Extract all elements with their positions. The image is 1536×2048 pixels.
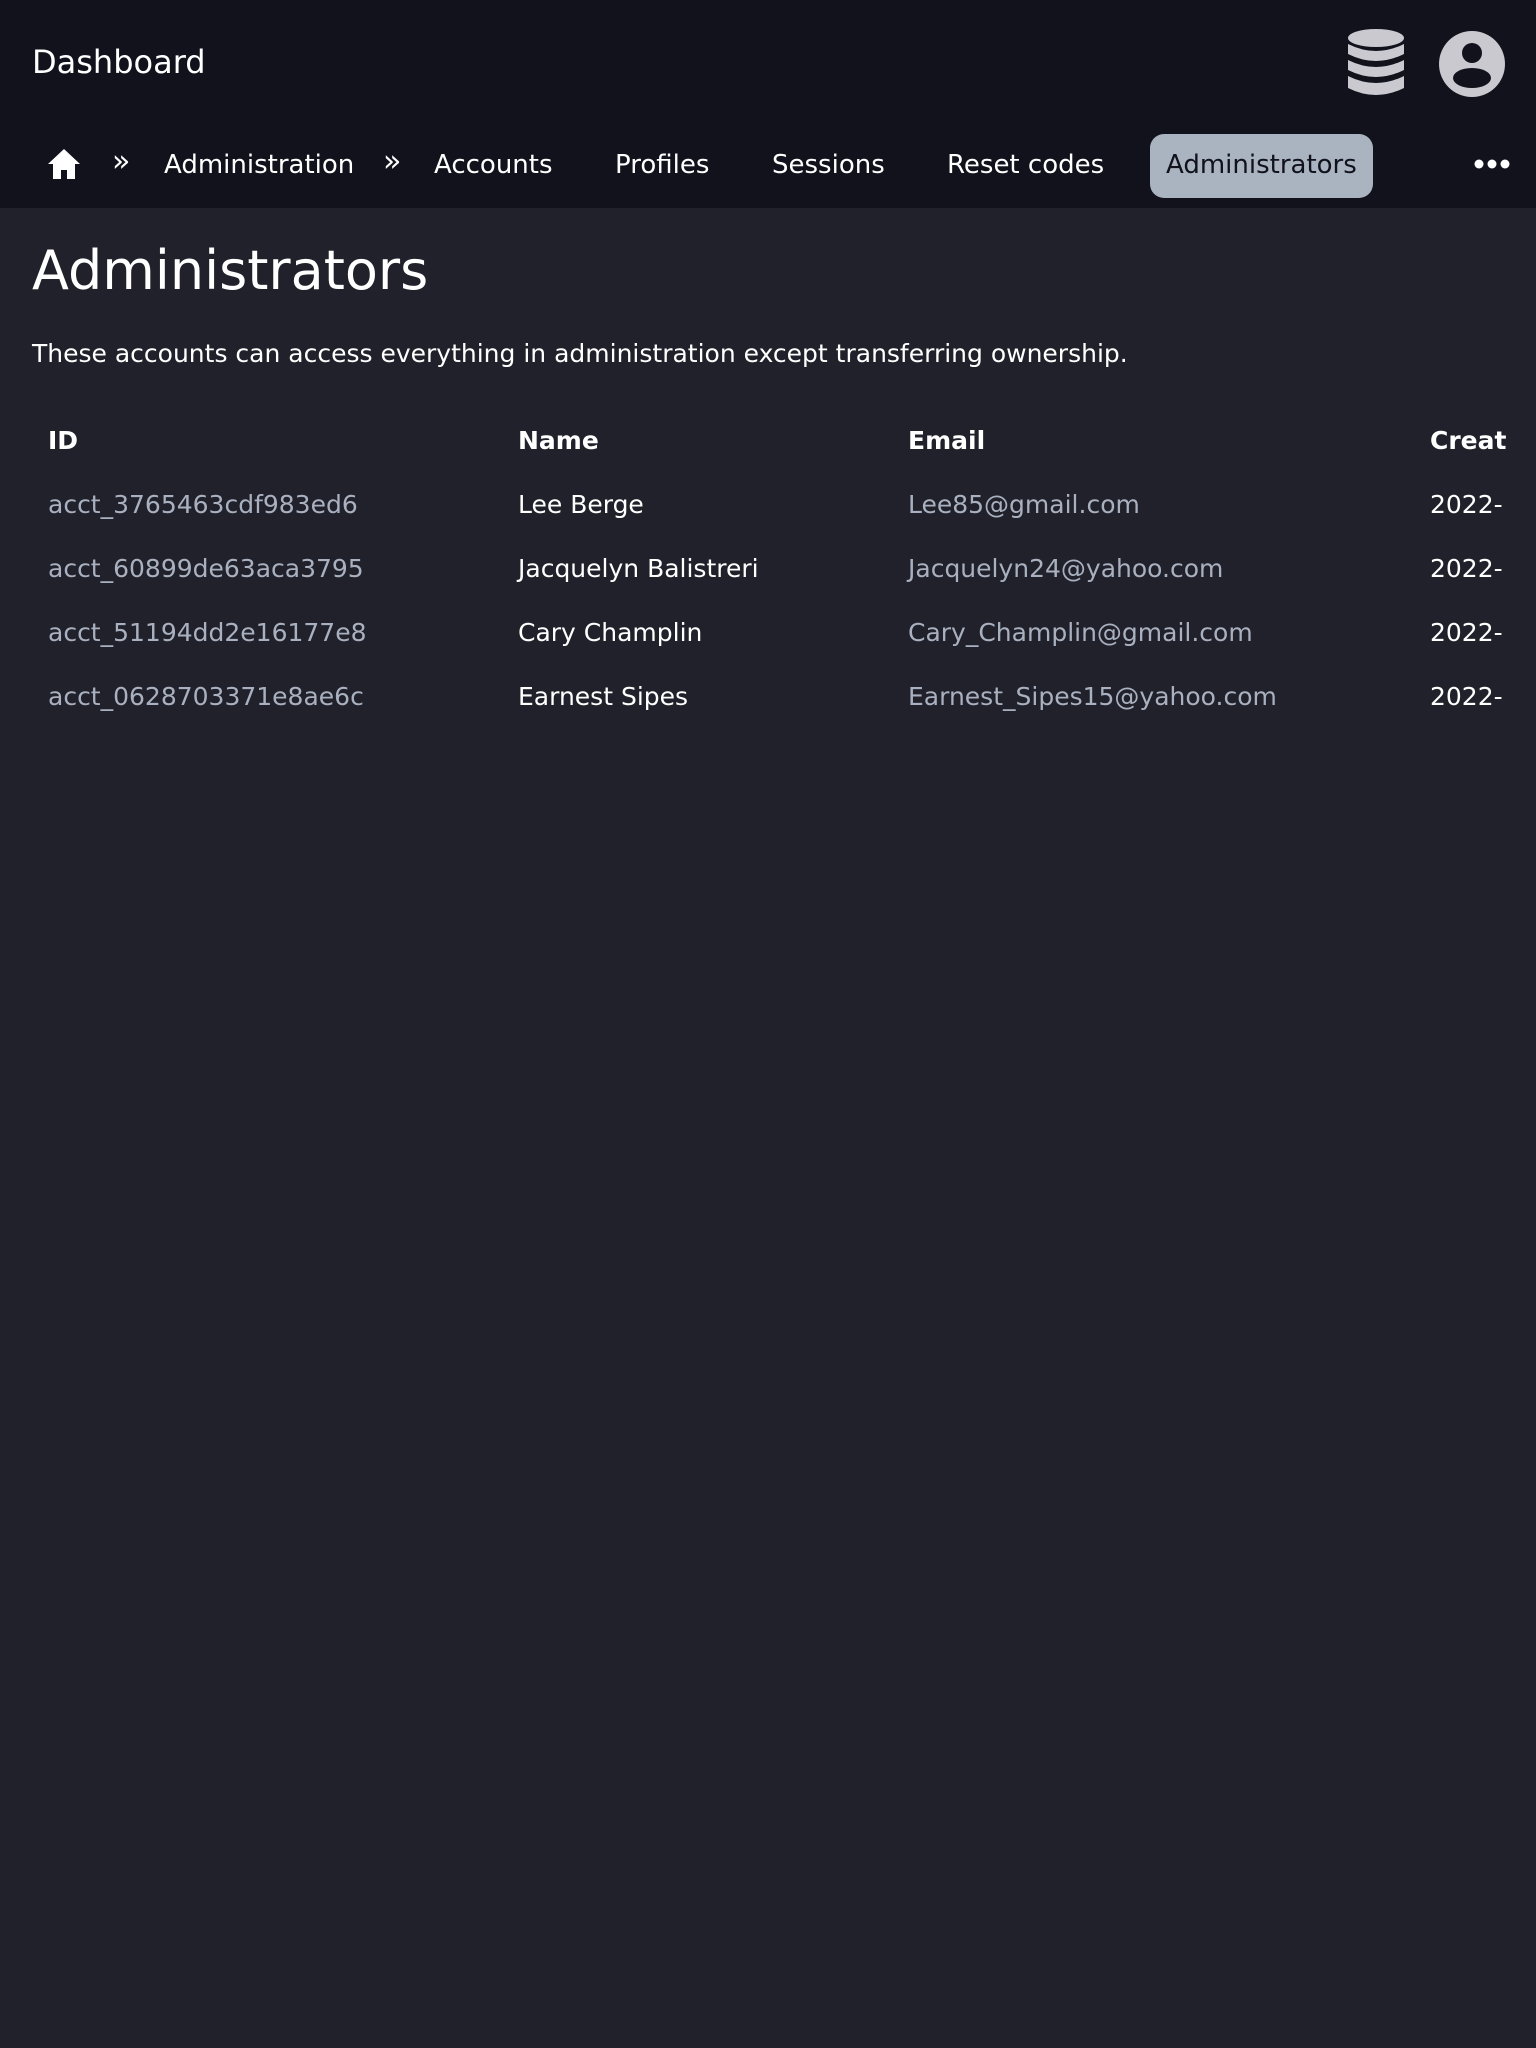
cell-id: acct_51194dd2e16177e8 [48, 617, 367, 647]
breadcrumb: » Administration » Accounts Profiles Ses… [0, 128, 1536, 200]
user-avatar-icon[interactable] [1438, 30, 1506, 98]
cell-email: Cary_Champlin@gmail.com [908, 617, 1253, 647]
tab-reset-codes[interactable]: Reset codes [947, 134, 1104, 198]
tab-sessions[interactable]: Sessions [772, 134, 885, 198]
database-icon[interactable] [1346, 28, 1406, 100]
tab-accounts[interactable]: Accounts [434, 134, 553, 198]
column-header-created[interactable]: Creat [1414, 408, 1536, 472]
tab-profiles[interactable]: Profiles [615, 134, 709, 198]
cell-created: 2022- [1430, 617, 1503, 647]
administrators-table-container: ID Name Email Creat acct_3765463cdf983ed… [32, 408, 1536, 728]
cell-id: acct_0628703371e8ae6c [48, 681, 364, 711]
page-title: Administrators [32, 239, 429, 302]
cell-created: 2022- [1430, 553, 1503, 583]
breadcrumb-administration[interactable]: Administration [164, 134, 354, 198]
home-icon[interactable] [46, 146, 82, 182]
top-header: Dashboard » Administration » Accounts Pr… [0, 0, 1536, 208]
breadcrumb-separator: » [112, 144, 131, 179]
page-description: These accounts can access everything in … [32, 339, 1128, 368]
administrators-table: ID Name Email Creat acct_3765463cdf983ed… [32, 408, 1536, 728]
breadcrumb-separator: » [383, 144, 402, 179]
table-row[interactable]: acct_60899de63aca3795 Jacquelyn Balistre… [32, 536, 1536, 600]
cell-created: 2022- [1430, 489, 1503, 519]
tab-administrators[interactable]: Administrators [1150, 134, 1373, 198]
cell-name: Cary Champlin [518, 617, 703, 647]
cell-name: Earnest Sipes [518, 681, 689, 711]
more-horizontal-icon[interactable] [1474, 158, 1510, 170]
column-header-email[interactable]: Email [892, 408, 1414, 472]
column-header-id[interactable]: ID [32, 408, 502, 472]
cell-id: acct_60899de63aca3795 [48, 553, 364, 583]
table-row[interactable]: acct_0628703371e8ae6c Earnest Sipes Earn… [32, 664, 1536, 728]
cell-name: Jacquelyn Balistreri [518, 553, 759, 583]
cell-email: Jacquelyn24@yahoo.com [908, 553, 1224, 583]
cell-name: Lee Berge [518, 489, 644, 519]
cell-email: Lee85@gmail.com [908, 489, 1140, 519]
table-header-row: ID Name Email Creat [32, 408, 1536, 472]
cell-id: acct_3765463cdf983ed6 [48, 489, 358, 519]
table-row[interactable]: acct_51194dd2e16177e8 Cary Champlin Cary… [32, 600, 1536, 664]
cell-created: 2022- [1430, 681, 1503, 711]
app-title[interactable]: Dashboard [32, 42, 206, 82]
cell-email: Earnest_Sipes15@yahoo.com [908, 681, 1277, 711]
table-row[interactable]: acct_3765463cdf983ed6 Lee Berge Lee85@gm… [32, 472, 1536, 536]
column-header-name[interactable]: Name [502, 408, 892, 472]
